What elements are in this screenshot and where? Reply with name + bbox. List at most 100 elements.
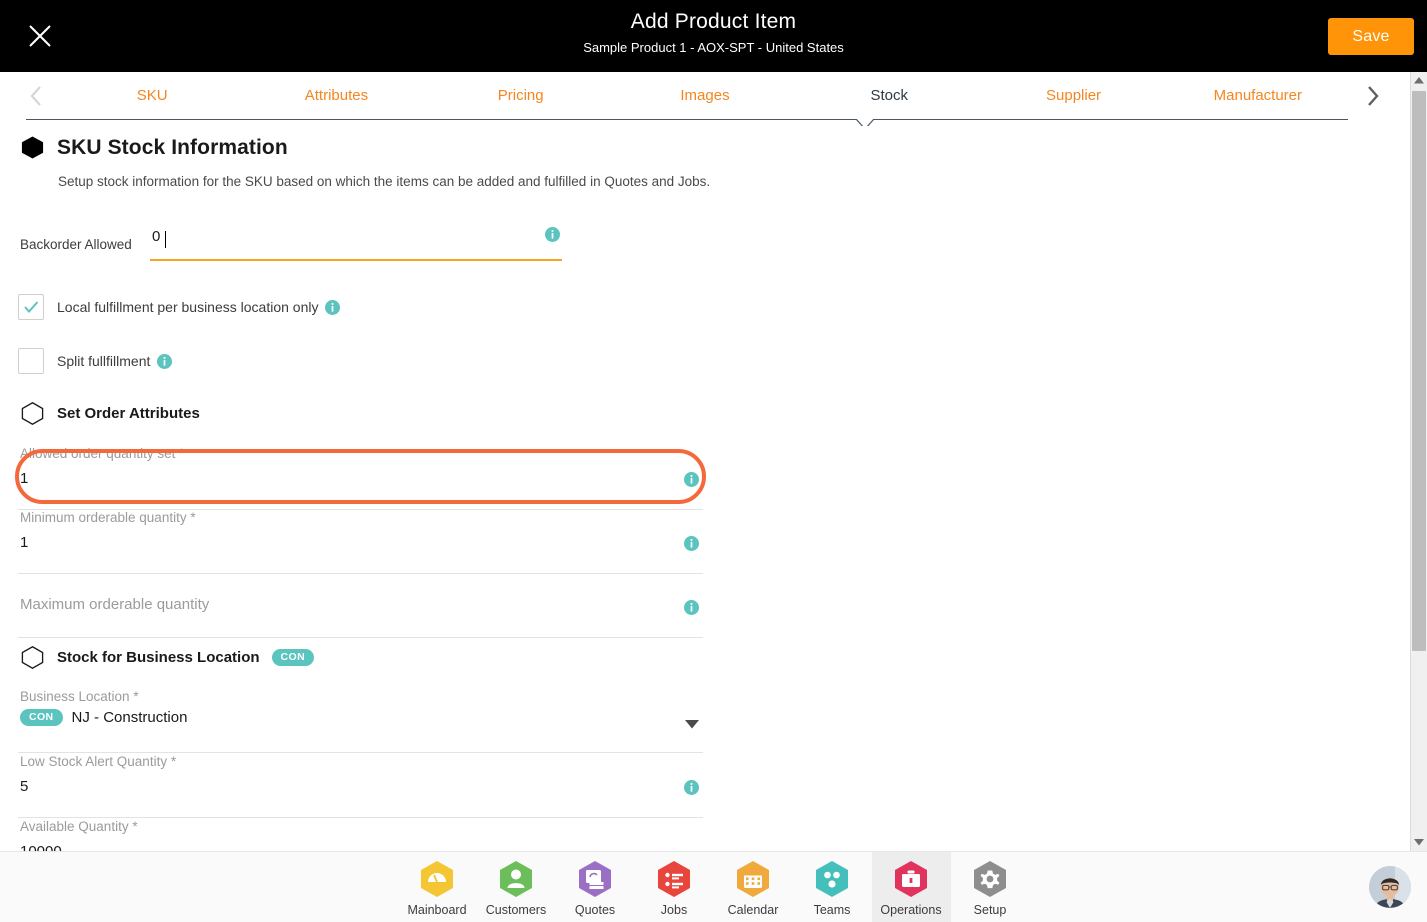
tab-stock[interactable]: Stock	[797, 72, 981, 120]
scroll-up-button[interactable]	[1411, 72, 1427, 89]
nav-label-setup: Setup	[973, 903, 1007, 917]
info-icon[interactable]	[545, 227, 560, 242]
business-location-value: NJ - Construction	[71, 709, 188, 726]
info-icon[interactable]	[684, 780, 699, 795]
low-stock-alert-quantity-field[interactable]: Low Stock Alert Quantity * 5	[18, 754, 703, 818]
nav-label-mainboard: Mainboard	[407, 903, 467, 917]
app-root: Add Product Item Sample Product 1 - AOX-…	[0, 0, 1427, 922]
hexagon-filled-icon	[21, 136, 44, 159]
minimum-orderable-quantity-field[interactable]: Minimum orderable quantity * 1	[18, 510, 703, 574]
local-fulfillment-checkbox[interactable]	[18, 294, 44, 320]
tab-supplier[interactable]: Supplier	[981, 72, 1165, 120]
calendar-icon	[737, 861, 769, 897]
tab-attributes[interactable]: Attributes	[244, 72, 428, 120]
person-icon	[500, 861, 532, 897]
triangle-down-icon	[1414, 839, 1424, 846]
tab-sku[interactable]: SKU	[60, 72, 244, 120]
chevron-left-icon	[30, 86, 41, 106]
scroll-down-button[interactable]	[1411, 834, 1427, 851]
backorder-allowed-row: Backorder Allowed 0	[20, 221, 565, 261]
nav-item-operations[interactable]: Operations	[871, 852, 951, 922]
backorder-allowed-input[interactable]: 0	[150, 221, 562, 261]
stock-form-pane: SKU Stock Information Setup stock inform…	[0, 126, 1397, 851]
business-location-label: Business Location *	[20, 689, 139, 704]
sku-stock-information-heading: SKU Stock Information	[20, 135, 288, 160]
backorder-allowed-value: 0	[152, 228, 161, 245]
nav-label-operations: Operations	[880, 903, 942, 917]
list-icon	[658, 861, 690, 897]
nav-item-customers[interactable]: Customers	[477, 852, 556, 922]
save-button[interactable]: Save	[1328, 18, 1414, 55]
nav-item-setup[interactable]: Setup	[951, 852, 1030, 922]
nav-label-jobs: Jobs	[660, 903, 688, 917]
backorder-allowed-label: Backorder Allowed	[20, 237, 132, 252]
split-fulfillment-checkbox[interactable]	[18, 348, 44, 374]
close-button[interactable]	[22, 18, 58, 54]
info-icon[interactable]	[684, 536, 699, 551]
allowed-order-quantity-set-value: 1	[20, 470, 29, 487]
nav-item-jobs[interactable]: Jobs	[635, 852, 714, 922]
vertical-scrollbar[interactable]	[1410, 72, 1427, 851]
allowed-order-quantity-set-label: Allowed order quantity set *	[20, 446, 185, 461]
hexagon-outline-icon	[21, 401, 44, 426]
avatar-photo	[1369, 866, 1411, 908]
info-icon[interactable]	[684, 472, 699, 487]
nav-item-calendar[interactable]: Calendar	[714, 852, 793, 922]
nav-label-quotes: Quotes	[574, 903, 616, 917]
available-quantity-field[interactable]: Available Quantity * 10000	[18, 819, 703, 851]
dashboard-icon	[421, 861, 453, 897]
text-cursor	[165, 231, 166, 248]
minimum-orderable-quantity-label: Minimum orderable quantity *	[20, 510, 196, 525]
minimum-orderable-quantity-value: 1	[20, 534, 29, 551]
allowed-order-quantity-set-field[interactable]: Allowed order quantity set * 1	[18, 446, 703, 510]
nav-label-customers: Customers	[485, 903, 547, 917]
split-fulfillment-checkbox-row[interactable]: Split fullfillment	[18, 348, 173, 374]
low-stock-alert-quantity-label: Low Stock Alert Quantity *	[20, 754, 177, 769]
available-quantity-label: Available Quantity *	[20, 819, 138, 834]
documents-icon	[579, 861, 611, 897]
tab-manufacturer[interactable]: Manufacturer	[1166, 72, 1350, 120]
maximum-orderable-quantity-field[interactable]: Maximum orderable quantity	[18, 574, 703, 638]
nav-label-teams: Teams	[813, 903, 851, 917]
info-icon[interactable]	[157, 353, 173, 369]
set-order-attributes-title: Set Order Attributes	[57, 405, 200, 422]
info-icon[interactable]	[684, 600, 699, 615]
tabs-prev-button[interactable]	[16, 72, 56, 120]
local-fulfillment-checkbox-row[interactable]: Local fulfillment per business location …	[18, 294, 341, 320]
nav-item-quotes[interactable]: Quotes	[556, 852, 635, 922]
business-location-select[interactable]: Business Location * CON NJ - Constructio…	[18, 689, 703, 753]
avatar[interactable]	[1369, 866, 1411, 908]
modal-title-group: Add Product Item Sample Product 1 - AOX-…	[0, 8, 1427, 57]
scrollbar-thumb[interactable]	[1412, 91, 1426, 651]
briefcase-icon	[895, 861, 927, 897]
bottom-navigation: Mainboard Customers Quotes Jobs Calendar…	[0, 851, 1427, 922]
checkmark-icon	[24, 301, 39, 314]
info-icon[interactable]	[325, 299, 341, 315]
local-fulfillment-label: Local fulfillment per business location …	[57, 299, 319, 315]
nav-item-mainboard[interactable]: Mainboard	[398, 852, 477, 922]
available-quantity-value: 10000	[20, 843, 62, 851]
nav-item-teams[interactable]: Teams	[793, 852, 872, 922]
maximum-orderable-quantity-placeholder: Maximum orderable quantity	[20, 596, 210, 613]
triangle-up-icon	[1414, 77, 1424, 84]
page-subtitle: Sample Product 1 - AOX-SPT - United Stat…	[583, 40, 844, 55]
business-location-badge: CON	[271, 649, 315, 666]
tab-list: SKU Attributes Pricing Images Stock Supp…	[60, 72, 1350, 120]
nav-label-calendar: Calendar	[727, 903, 779, 917]
chevron-down-icon[interactable]	[685, 720, 699, 729]
modal-header: Add Product Item Sample Product 1 - AOX-…	[0, 0, 1427, 72]
set-order-attributes-heading: Set Order Attributes	[20, 401, 200, 426]
stock-for-business-location-title: Stock for Business Location	[57, 649, 260, 666]
tabs-next-button[interactable]	[1352, 72, 1392, 120]
gear-icon	[974, 861, 1006, 897]
business-location-value-group: CON NJ - Construction	[20, 709, 187, 726]
tab-images[interactable]: Images	[613, 72, 797, 120]
tab-underline	[26, 119, 1348, 120]
business-location-value-badge: CON	[20, 709, 63, 726]
section-description: Setup stock information for the SKU base…	[58, 174, 711, 189]
section-title: SKU Stock Information	[57, 135, 288, 159]
low-stock-alert-quantity-value: 5	[20, 778, 29, 795]
tab-pricing[interactable]: Pricing	[429, 72, 613, 120]
stock-for-business-location-heading: Stock for Business Location CON	[20, 645, 315, 670]
bottom-nav-list: Mainboard Customers Quotes Jobs Calendar…	[0, 852, 1427, 922]
